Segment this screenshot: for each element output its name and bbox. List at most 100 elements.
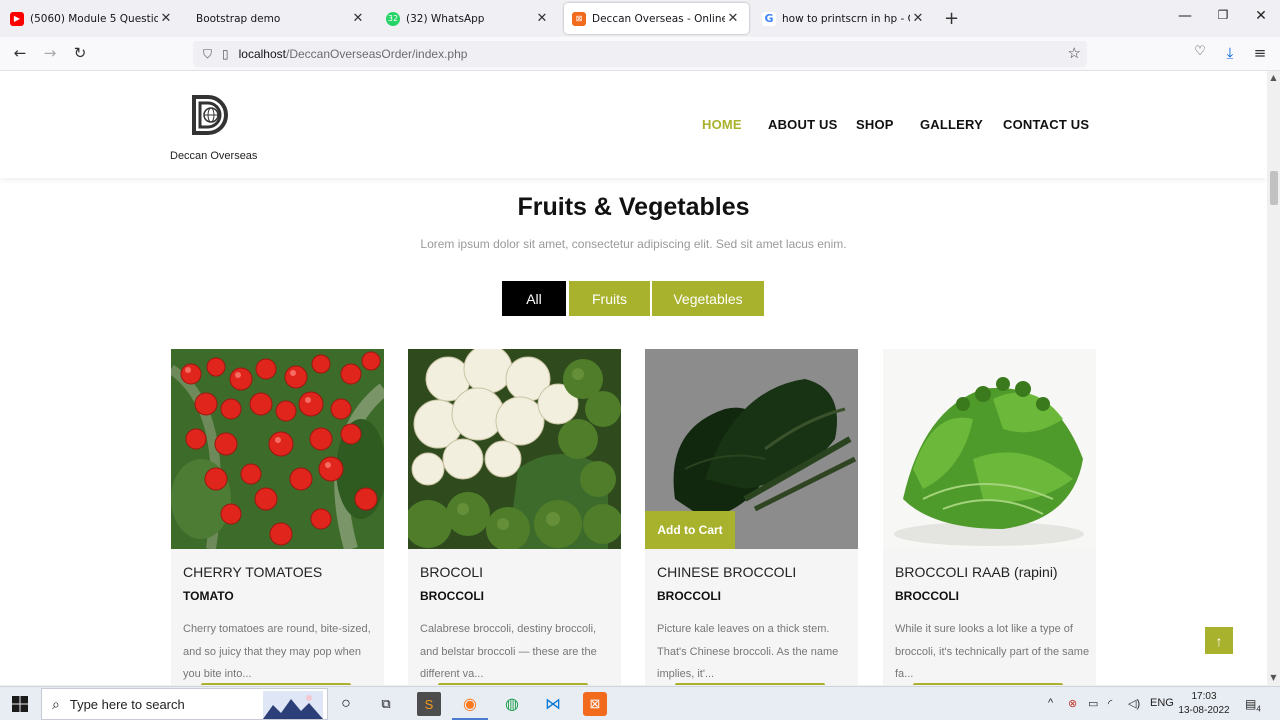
broccoli-raab-image[interactable]: [883, 349, 1096, 549]
chrome-icon[interactable]: ◍: [500, 692, 524, 716]
xampp-icon[interactable]: ⊠: [583, 692, 607, 716]
product-description: While it sure looks a lot like a type of…: [895, 623, 1090, 680]
minimize-icon[interactable]: —: [1175, 8, 1195, 24]
pocket-icon[interactable]: ♡: [1190, 44, 1210, 59]
taskbar-search-box[interactable]: ⌕ Type here to search: [41, 688, 328, 720]
cherry-tomatoes-image[interactable]: [171, 349, 384, 549]
page-icon: ▯: [222, 47, 229, 61]
tab-bootstrap-demo[interactable]: Bootstrap demo ✕: [188, 3, 374, 34]
product-category: BROCCOLI: [895, 589, 959, 603]
back-icon[interactable]: ←: [10, 44, 30, 62]
product-name[interactable]: CHERRY TOMATOES: [183, 564, 322, 580]
nav-about-us[interactable]: ABOUT US: [768, 117, 838, 132]
menu-icon[interactable]: ≡: [1250, 44, 1270, 62]
forward-icon[interactable]: →: [40, 44, 60, 62]
bookmark-star-icon[interactable]: ☆: [1068, 44, 1081, 62]
search-highlight-art-icon: [263, 691, 323, 719]
filter-all-button[interactable]: All: [502, 281, 566, 316]
site-logo[interactable]: Deccan Overseas: [170, 89, 258, 162]
tab-title: (5060) Module 5 Question - Pal: [30, 12, 158, 25]
close-window-icon[interactable]: ✕: [1251, 8, 1271, 24]
filter-fruits-button[interactable]: Fruits: [569, 281, 650, 316]
task-view-icon[interactable]: ⧉: [374, 692, 398, 716]
tab-youtube[interactable]: ▶ (5060) Module 5 Question - Pal ✕: [2, 3, 182, 34]
windows-taskbar: ⌕ Type here to search ○ ⧉ S ◉ ◍ ⋈ ⊠ ^ ⊗ …: [0, 686, 1280, 720]
xampp-icon: ⊠: [572, 11, 586, 26]
scroll-down-icon[interactable]: ▼: [1268, 673, 1279, 682]
address-bar[interactable]: ⛉ ▯ localhost/DeccanOverseasOrder/index.…: [193, 41, 1087, 67]
product-category: TOMATO: [183, 589, 234, 603]
url-host: localhost: [238, 47, 286, 61]
security-icon[interactable]: ⊗: [1068, 697, 1077, 710]
nav-home[interactable]: HOME: [702, 117, 742, 132]
add-to-cart-button[interactable]: Add to Cart: [645, 511, 735, 549]
logo-text: Deccan Overseas: [170, 150, 258, 162]
restore-icon[interactable]: ❐: [1213, 8, 1233, 22]
back-to-top-button[interactable]: ↑: [1205, 627, 1233, 654]
card-action-bar[interactable]: [913, 683, 1063, 685]
tab-title: Bootstrap demo: [196, 12, 281, 25]
cortana-icon[interactable]: ○: [334, 692, 358, 716]
volume-icon[interactable]: ◁): [1128, 697, 1140, 710]
url-text[interactable]: localhost/DeccanOverseasOrder/index.php: [239, 47, 468, 61]
chinese-broccoli-image[interactable]: Add to Cart: [645, 349, 858, 549]
product-description: Cherry tomatoes are round, bite-sized, a…: [183, 623, 371, 680]
tab-whatsapp[interactable]: 32 (32) WhatsApp ✕: [378, 3, 558, 34]
page-viewport: Deccan Overseas HOME ABOUT US SHOP GALLE…: [0, 71, 1267, 685]
product-description: Calabrese broccoli, destiny broccoli, an…: [420, 623, 597, 680]
product-name[interactable]: BROCCOLI RAAB (rapini): [895, 564, 1058, 580]
tab-title: how to printscrn in hp - Google: [782, 12, 910, 25]
section-subtitle: Lorem ipsum dolor sit amet, consectetur …: [420, 237, 847, 251]
tab-deccan-overseas[interactable]: ⊠ Deccan Overseas - Online Fruits ✕: [564, 3, 749, 34]
card-action-bar[interactable]: [438, 683, 588, 685]
firefox-icon[interactable]: ◉: [458, 692, 482, 716]
tab-google-search[interactable]: G how to printscrn in hp - Google ✕: [754, 3, 934, 34]
close-tab-icon[interactable]: ✕: [725, 11, 741, 26]
close-tab-icon[interactable]: ✕: [534, 11, 550, 26]
cauliflower-broccoli-image[interactable]: [408, 349, 621, 549]
product-description: Picture kale leaves on a thick stem. Tha…: [657, 623, 839, 680]
site-header: Deccan Overseas HOME ABOUT US SHOP GALLE…: [0, 71, 1267, 178]
show-hidden-icons-icon[interactable]: ^: [1048, 697, 1053, 709]
nav-contact-us[interactable]: CONTACT US: [1003, 117, 1089, 132]
close-tab-icon[interactable]: ✕: [910, 11, 926, 26]
product-name[interactable]: BROCOLI: [420, 564, 483, 580]
nav-shop[interactable]: SHOP: [856, 117, 894, 132]
tab-title: (32) WhatsApp: [406, 12, 485, 25]
scroll-thumb[interactable]: [1270, 171, 1278, 205]
nav-gallery[interactable]: GALLERY: [920, 117, 983, 132]
product-card[interactable]: BROCOLI BROCCOLI Calabrese broccoli, des…: [408, 349, 621, 685]
section-title: Fruits & Vegetables: [517, 193, 750, 221]
browser-tab-bar: ▶ (5060) Module 5 Question - Pal ✕ Boots…: [0, 0, 1280, 37]
close-tab-icon[interactable]: ✕: [350, 11, 366, 26]
windows-start-icon[interactable]: [12, 696, 28, 712]
battery-icon[interactable]: ▭: [1088, 697, 1098, 710]
reload-icon[interactable]: ↻: [70, 44, 90, 62]
product-category: BROCCOLI: [420, 589, 484, 603]
product-card[interactable]: BROCCOLI RAAB (rapini) BROCCOLI While it…: [883, 349, 1096, 685]
close-tab-icon[interactable]: ✕: [158, 11, 174, 26]
clock-date: 13-08-2022: [1178, 705, 1230, 716]
arrow-up-icon: ↑: [1215, 632, 1223, 649]
whatsapp-icon: 32: [386, 11, 400, 26]
wifi-icon[interactable]: ◜: [1108, 697, 1112, 710]
search-icon: ⌕: [52, 695, 60, 712]
card-action-bar[interactable]: [675, 683, 825, 685]
new-tab-icon[interactable]: +: [944, 8, 959, 29]
notification-icon[interactable]: ▤4: [1245, 697, 1261, 713]
card-action-bar[interactable]: [201, 683, 351, 685]
product-name[interactable]: CHINESE BROCCOLI: [657, 564, 796, 580]
taskbar-clock[interactable]: 17:03 13-08-2022: [1178, 690, 1230, 718]
scroll-up-icon[interactable]: ▲: [1268, 73, 1279, 82]
shield-icon[interactable]: ⛉: [203, 47, 212, 62]
downloads-icon[interactable]: ⤓: [1220, 44, 1240, 62]
filter-vegetables-button[interactable]: Vegetables: [652, 281, 764, 316]
vscode-icon[interactable]: ⋈: [541, 692, 565, 716]
language-indicator[interactable]: ENG: [1150, 697, 1174, 709]
sublime-text-icon[interactable]: S: [417, 692, 441, 716]
clock-time: 17:03: [1191, 691, 1217, 702]
product-card[interactable]: Add to Cart CHINESE BROCCOLI BROCCOLI Pi…: [645, 349, 858, 685]
logo-icon: [192, 95, 228, 135]
product-card[interactable]: CHERRY TOMATOES TOMATO Cherry tomatoes a…: [171, 349, 384, 685]
page-scrollbar[interactable]: ▲ ▼: [1267, 71, 1280, 685]
